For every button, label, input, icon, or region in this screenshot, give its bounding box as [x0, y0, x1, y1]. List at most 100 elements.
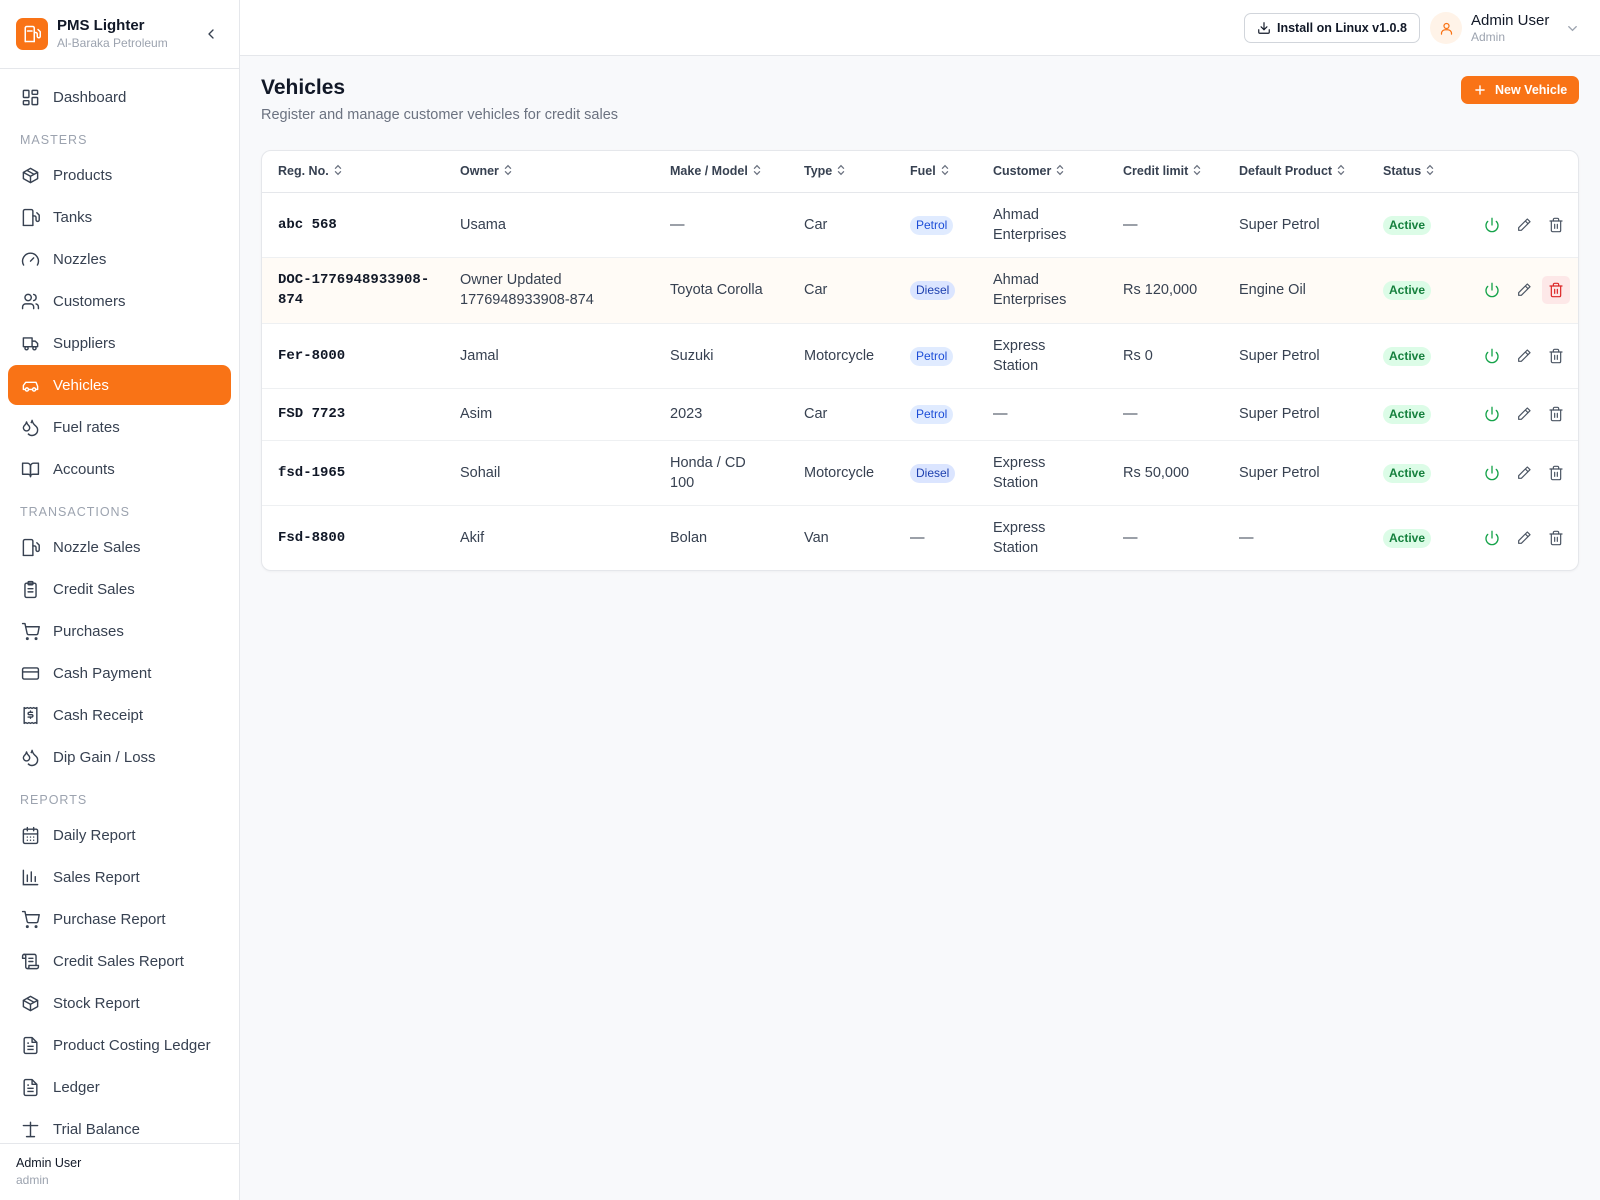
- page-title: Vehicles: [261, 76, 346, 99]
- sidebar-item-credit-sales-report[interactable]: Credit Sales Report: [8, 941, 231, 981]
- cell-make-model: 2023: [654, 388, 788, 441]
- toggle-active-button[interactable]: [1478, 276, 1506, 304]
- status-badge: Active: [1383, 346, 1432, 366]
- cell-actions: [1462, 505, 1578, 570]
- sidebar-item-label: Tanks: [53, 208, 93, 226]
- column-header-type[interactable]: Type: [788, 151, 894, 193]
- cell-actions: [1462, 388, 1578, 441]
- cell-owner: Akif: [460, 529, 485, 546]
- sidebar-item-dip-gain-loss[interactable]: Dip Gain / Loss: [8, 737, 231, 777]
- status-badge: Active: [1383, 528, 1432, 548]
- top-bar: Install on Linux v1.0.8 Admin User Admin: [240, 0, 1600, 56]
- trash-icon: [1549, 217, 1563, 232]
- page-subtitle: Register and manage customer vehicles fo…: [261, 107, 619, 123]
- edit-button[interactable]: [1510, 342, 1538, 370]
- cell-make-model: Toyota Corolla: [654, 257, 788, 324]
- install-linux-button[interactable]: Install on Linux v1.0.8: [1244, 13, 1420, 43]
- table-row: Fer-8000 Jamal Suzuki Motorcycle Petrol …: [262, 323, 1578, 389]
- cell-default-product: Super Petrol: [1223, 323, 1367, 389]
- sidebar-item-credit-sales[interactable]: Credit Sales: [8, 569, 231, 609]
- sidebar-item-purchases[interactable]: Purchases: [8, 611, 231, 651]
- sidebar-user-footer: Admin User admin: [0, 1143, 239, 1200]
- sidebar-item-daily-report[interactable]: Daily Report: [8, 815, 231, 855]
- user-role: Admin: [1471, 29, 1506, 44]
- pencil-icon: [1518, 465, 1531, 479]
- download-icon: [1257, 21, 1271, 35]
- sidebar-item-nozzle-sales[interactable]: Nozzle Sales: [8, 527, 231, 567]
- user-menu[interactable]: Admin User Admin: [1430, 10, 1580, 46]
- sidebar-item-customers[interactable]: Customers: [8, 281, 231, 321]
- toggle-active-button[interactable]: [1478, 211, 1506, 239]
- sidebar-item-stock-report[interactable]: Stock Report: [8, 983, 231, 1023]
- sidebar-item-vehicles[interactable]: Vehicles: [8, 365, 231, 405]
- sidebar-item-label: Fuel rates: [53, 418, 120, 436]
- sidebar-item-suppliers[interactable]: Suppliers: [8, 323, 231, 363]
- scroll-icon: [20, 951, 40, 971]
- sidebar-item-dashboard[interactable]: Dashboard: [8, 77, 231, 117]
- sidebar-item-tanks[interactable]: Tanks: [8, 197, 231, 237]
- sidebar-item-label: Ledger: [53, 1078, 100, 1096]
- delete-button[interactable]: [1542, 276, 1570, 304]
- sidebar-item-nozzles[interactable]: Nozzles: [8, 239, 231, 279]
- delete-button[interactable]: [1542, 459, 1570, 487]
- sidebar-item-accounts[interactable]: Accounts: [8, 449, 231, 489]
- sidebar-item-ledger[interactable]: Ledger: [8, 1067, 231, 1107]
- column-header-default-product[interactable]: Default Product: [1223, 151, 1367, 193]
- cell-default-product: Super Petrol: [1223, 388, 1367, 441]
- sidebar-item-label: Stock Report: [53, 994, 140, 1012]
- sidebar-item-label: Sales Report: [53, 868, 140, 886]
- column-header-status[interactable]: Status: [1367, 151, 1462, 193]
- cell-status: Active: [1367, 388, 1462, 441]
- column-header-owner[interactable]: Owner: [444, 151, 654, 193]
- vehicles-table: Reg. No. Owner Make / Model Type Fuel Cu…: [262, 151, 1578, 570]
- edit-button[interactable]: [1510, 524, 1538, 552]
- trash-icon: [1549, 282, 1563, 298]
- column-header-fuel[interactable]: Fuel: [894, 151, 977, 193]
- cell-type: Car: [788, 257, 894, 324]
- collapse-sidebar-button[interactable]: [199, 22, 223, 46]
- package-icon: [20, 165, 40, 185]
- new-vehicle-button[interactable]: New Vehicle: [1461, 76, 1580, 104]
- trash-icon: [1549, 348, 1563, 363]
- cell-fuel: Diesel: [894, 257, 977, 324]
- power-icon: [1485, 530, 1499, 546]
- sidebar-item-product-costing-ledger[interactable]: Product Costing Ledger: [8, 1025, 231, 1065]
- delete-button[interactable]: [1542, 211, 1570, 239]
- column-header-customer[interactable]: Customer: [977, 151, 1107, 193]
- gauge-icon: [20, 249, 40, 269]
- edit-button[interactable]: [1510, 400, 1538, 428]
- cell-default-product: Super Petrol: [1223, 440, 1367, 506]
- sidebar-item-cash-payment[interactable]: Cash Payment: [8, 653, 231, 693]
- cell-owner: Usama: [444, 192, 654, 258]
- cell-make-model: —: [654, 192, 788, 258]
- toggle-active-button[interactable]: [1478, 342, 1506, 370]
- sidebar-item-cash-receipt[interactable]: Cash Receipt: [8, 695, 231, 735]
- delete-button[interactable]: [1542, 524, 1570, 552]
- column-header-credit-limit[interactable]: Credit limit: [1107, 151, 1223, 193]
- sidebar-item-purchase-report[interactable]: Purchase Report: [8, 899, 231, 939]
- sidebar-item-products[interactable]: Products: [8, 155, 231, 195]
- delete-button[interactable]: [1542, 400, 1570, 428]
- toggle-active-button[interactable]: [1478, 459, 1506, 487]
- edit-button[interactable]: [1510, 211, 1538, 239]
- chevron-left-icon: [208, 29, 214, 39]
- dashboard-icon: [20, 87, 40, 107]
- column-header-make-model[interactable]: Make / Model: [654, 151, 788, 193]
- cell-customer: Express Station: [993, 519, 1046, 556]
- column-header-reg-no[interactable]: Reg. No.: [262, 151, 444, 193]
- fuel-badge: Diesel: [910, 463, 956, 483]
- edit-button[interactable]: [1510, 459, 1538, 487]
- cell-fuel: —: [910, 529, 925, 546]
- sidebar-item-fuel-rates[interactable]: Fuel rates: [8, 407, 231, 447]
- fuel-badge: Petrol: [910, 405, 954, 424]
- section-reports: REPORTS: [20, 793, 88, 807]
- edit-button[interactable]: [1510, 276, 1538, 304]
- cell-make-model: Honda / CD 100: [654, 440, 788, 506]
- toggle-active-button[interactable]: [1478, 400, 1506, 428]
- car-icon: [20, 375, 40, 395]
- toggle-active-button[interactable]: [1478, 524, 1506, 552]
- sidebar-item-sales-report[interactable]: Sales Report: [8, 857, 231, 897]
- delete-button[interactable]: [1542, 342, 1570, 370]
- sidebar-item-trial-balance[interactable]: Trial Balance: [8, 1109, 231, 1143]
- trash-icon: [1549, 406, 1563, 422]
